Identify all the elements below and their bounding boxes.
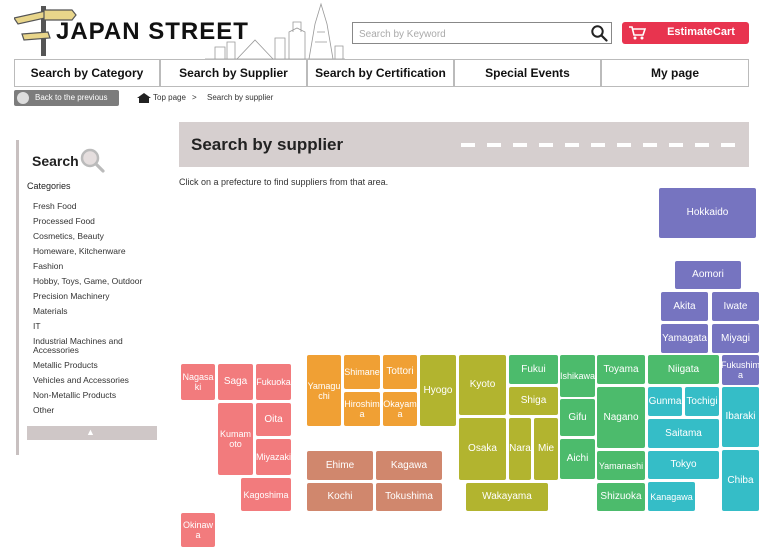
prefecture-okayama[interactable]: Okayama: [383, 392, 417, 426]
instruction-text: Click on a prefecture to find suppliers …: [179, 177, 389, 187]
tab-special-events[interactable]: Special Events: [454, 59, 601, 87]
sidebar-item-processed-food[interactable]: Processed Food: [33, 217, 153, 226]
prefecture-kumamoto[interactable]: Kumamoto: [218, 403, 253, 475]
prefecture-fukushima[interactable]: Fukushim a: [721, 355, 760, 385]
prefecture-okinawa[interactable]: Okinawa: [181, 513, 215, 547]
prefecture-aichi[interactable]: Aichi: [560, 439, 595, 479]
back-arrow-icon: [17, 92, 29, 104]
page-title: Search by supplier: [191, 135, 344, 154]
prefecture-kagawa[interactable]: Kagawa: [376, 451, 442, 480]
magnifier-icon: [80, 148, 105, 173]
tab-search-by-certification[interactable]: Search by Certification: [307, 59, 454, 87]
sidebar-item-fresh-food[interactable]: Fresh Food: [33, 202, 153, 211]
prefecture-fukui[interactable]: Fukui: [509, 355, 558, 384]
sidebar-item-fashion[interactable]: Fashion: [33, 262, 153, 271]
prefecture-tokushima[interactable]: Tokushima: [376, 483, 442, 511]
sidebar-item-metallic-products[interactable]: Metallic Products: [33, 361, 153, 370]
sidebar-accent-bar: [16, 140, 19, 455]
prefecture-ehime[interactable]: Ehime: [307, 451, 373, 480]
prefecture-tottori[interactable]: Tottori: [383, 355, 417, 389]
prefecture-saga[interactable]: Saga: [218, 364, 253, 400]
back-label: Back to the previous: [35, 93, 108, 102]
prefecture-yamanashi[interactable]: Yamanashi: [597, 451, 645, 480]
prefecture-aomori[interactable]: Aomori: [675, 261, 741, 289]
prefecture-ibaraki[interactable]: Ibaraki: [722, 387, 759, 447]
search-box: [352, 22, 612, 44]
prefecture-chiba[interactable]: Chiba: [722, 450, 759, 511]
cart-label: EstimateCart: [667, 26, 735, 38]
prefecture-niigata[interactable]: Niigata: [648, 355, 719, 384]
sidebar-item-precision-machinery[interactable]: Precision Machinery: [33, 292, 153, 301]
prefecture-shizuoka[interactable]: Shizuoka: [597, 483, 645, 511]
skyline-illustration-icon: [205, 2, 345, 60]
prefecture-toyama[interactable]: Toyama: [597, 355, 645, 384]
prefecture-kanagawa[interactable]: Kanagawa: [648, 482, 695, 511]
prefecture-shiga[interactable]: Shiga: [509, 387, 558, 415]
prefecture-hiroshima[interactable]: Hiroshima: [344, 392, 380, 426]
prefecture-kyoto[interactable]: Kyoto: [459, 355, 506, 415]
sidebar-item-non-metallic[interactable]: Non-Metallic Products: [33, 391, 153, 400]
prefecture-fukuoka[interactable]: Fukuoka: [256, 364, 291, 400]
sidebar-item-industrial-machines[interactable]: Industrial Machines and Accessories: [33, 337, 143, 355]
sidebar-item-homeware[interactable]: Homeware, Kitchenware: [33, 247, 153, 256]
prefecture-yamagata[interactable]: Yamagata: [661, 324, 708, 353]
estimate-cart-button[interactable]: EstimateCart: [622, 22, 749, 44]
sidebar-item-it[interactable]: IT: [33, 322, 153, 331]
prefecture-saitama[interactable]: Saitama: [648, 419, 719, 448]
prefecture-mie[interactable]: Mie: [534, 418, 558, 480]
categories-label: Categories: [27, 181, 71, 191]
prefecture-yamaguchi[interactable]: Yamaguchi: [307, 355, 341, 426]
prefecture-miyazaki[interactable]: Miyazaki: [256, 439, 291, 475]
chevron-up-icon: ▲: [86, 427, 95, 437]
prefecture-oita[interactable]: Oita: [256, 403, 291, 436]
back-to-previous-button[interactable]: Back to the previous: [14, 90, 119, 106]
prefecture-hokkaido[interactable]: Hokkaido: [659, 188, 756, 238]
sidebar-item-hobby[interactable]: Hobby, Toys, Game, Outdoor: [33, 277, 153, 286]
tab-my-page[interactable]: My page: [601, 59, 749, 87]
prefecture-tokyo[interactable]: Tokyo: [648, 451, 719, 479]
search-icon[interactable]: [590, 24, 608, 42]
prefecture-tochigi[interactable]: Tochigi: [685, 387, 719, 416]
prefecture-iwate[interactable]: Iwate: [712, 292, 759, 321]
sidebar-item-cosmetics-beauty[interactable]: Cosmetics, Beauty: [33, 232, 153, 241]
prefecture-hyogo[interactable]: Hyogo: [420, 355, 456, 426]
breadcrumb-separator: >: [192, 93, 197, 102]
prefecture-kagoshima[interactable]: Kagoshima: [241, 478, 291, 511]
breadcrumb-top-page-link[interactable]: Top page: [153, 93, 186, 102]
page-title-banner: Search by supplier: [179, 122, 749, 167]
sidebar-item-vehicles[interactable]: Vehicles and Accessories: [33, 376, 153, 385]
tab-search-by-supplier[interactable]: Search by Supplier: [160, 59, 307, 87]
prefecture-gifu[interactable]: Gifu: [560, 399, 595, 436]
tab-search-by-category[interactable]: Search by Category: [14, 59, 160, 87]
sidebar-item-materials[interactable]: Materials: [33, 307, 153, 316]
prefecture-nara[interactable]: Nara: [509, 418, 531, 480]
home-icon: [137, 93, 151, 103]
sidebar-collapse-button[interactable]: ▲: [27, 426, 157, 440]
decorative-dashes: [461, 143, 735, 147]
prefecture-ishikawa[interactable]: Ishikawa: [560, 355, 595, 397]
prefecture-osaka[interactable]: Osaka: [459, 418, 506, 480]
prefecture-nagano[interactable]: Nagano: [597, 387, 645, 448]
sidebar-title: Search: [32, 153, 79, 169]
prefecture-wakayama[interactable]: Wakayama: [466, 483, 548, 511]
prefecture-miyagi[interactable]: Miyagi: [712, 324, 759, 353]
prefecture-nagasaki[interactable]: Nagasaki: [181, 364, 215, 400]
prefecture-shimane[interactable]: Shimane: [344, 355, 380, 389]
prefecture-kochi[interactable]: Kochi: [307, 483, 373, 511]
prefecture-akita[interactable]: Akita: [661, 292, 708, 321]
sidebar-item-other[interactable]: Other: [33, 406, 153, 415]
breadcrumb-current: Search by supplier: [207, 93, 274, 102]
search-input[interactable]: [357, 24, 589, 44]
cart-icon: [629, 26, 647, 40]
prefecture-gunma[interactable]: Gunma: [648, 387, 682, 416]
